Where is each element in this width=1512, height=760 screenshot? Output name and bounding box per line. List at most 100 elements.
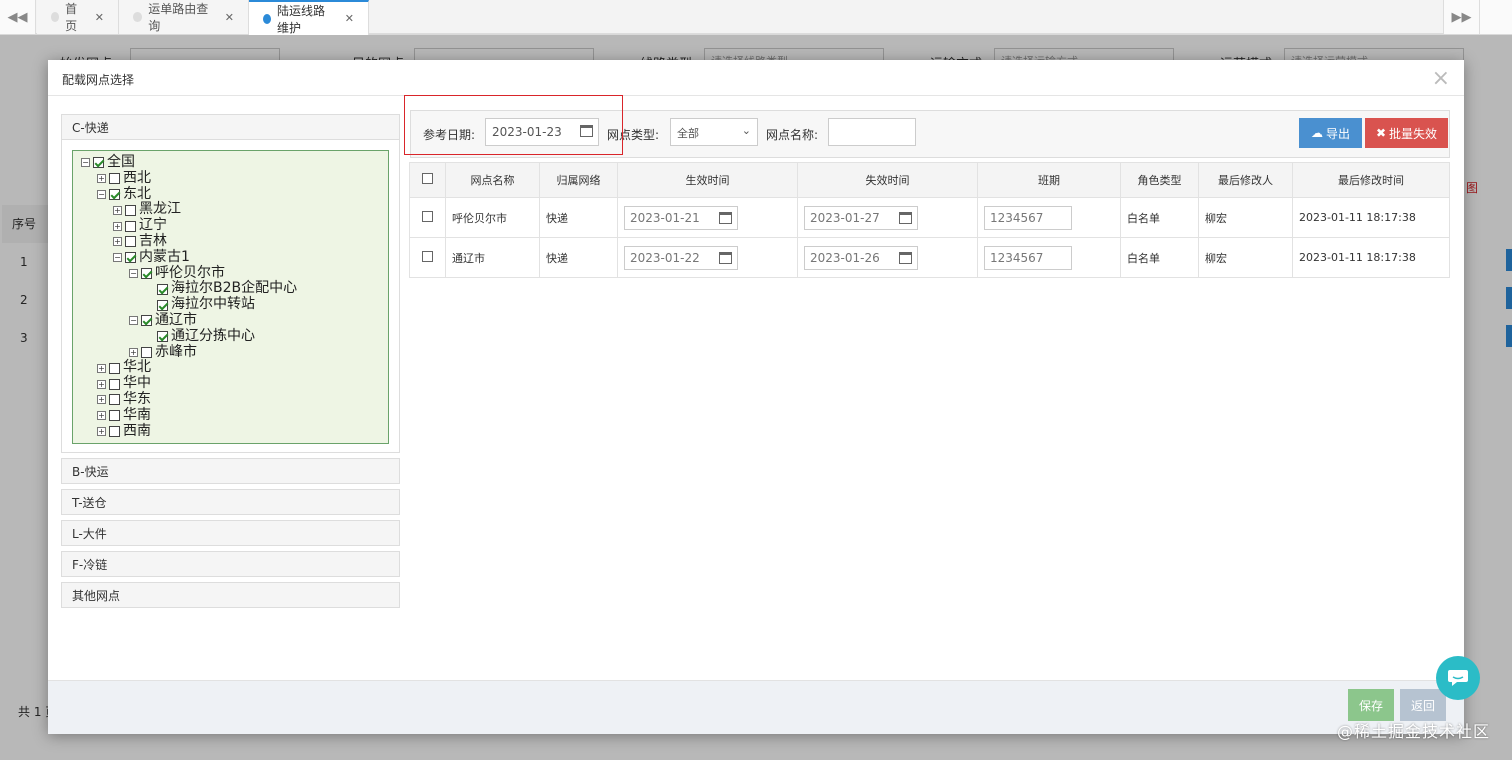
- column-header[interactable]: 生效时间: [617, 162, 798, 198]
- collapse-icon[interactable]: −: [113, 253, 122, 263]
- start-date-input[interactable]: 2023-01-22: [624, 245, 738, 270]
- tree-node-label[interactable]: 海拉尔中转站: [171, 296, 255, 313]
- accordion-header-large-item[interactable]: L-大件: [61, 520, 400, 546]
- tree-node[interactable]: + 赤峰市: [81, 344, 382, 361]
- calendar-icon[interactable]: [899, 251, 912, 264]
- tab-scroll-right-button[interactable]: ▶▶: [1443, 0, 1479, 34]
- tree-checkbox[interactable]: [141, 267, 152, 279]
- column-header[interactable]: 最后修改时间: [1292, 162, 1450, 198]
- tree-node-label[interactable]: 辽宁: [139, 217, 167, 234]
- row-checkbox[interactable]: [422, 210, 433, 222]
- tree-node-label[interactable]: 华南: [123, 407, 151, 424]
- tree-node[interactable]: + 华南: [81, 407, 382, 424]
- batch-invalidate-button[interactable]: ✖ 批量失效: [1365, 118, 1448, 148]
- schedule-input[interactable]: 1234567: [984, 245, 1072, 270]
- accordion-header-cold-chain[interactable]: F-冷链: [61, 551, 400, 577]
- tree-node-label[interactable]: 通辽分拣中心: [171, 328, 255, 345]
- column-header[interactable]: 角色类型: [1120, 162, 1199, 198]
- tree-checkbox[interactable]: [157, 283, 168, 295]
- close-icon[interactable]: ×: [1432, 66, 1450, 91]
- accordion-header-freight[interactable]: B-快运: [61, 458, 400, 484]
- tab-land-route-maintenance[interactable]: 陆运线路维护 ✕: [249, 0, 369, 35]
- tree-node[interactable]: + 西南: [81, 423, 382, 440]
- tree-node-label[interactable]: 东北: [123, 186, 151, 203]
- site-type-select[interactable]: 全部 ⌄: [670, 118, 758, 146]
- row-checkbox[interactable]: [422, 250, 433, 262]
- tree-checkbox[interactable]: [125, 236, 136, 248]
- tree-checkbox[interactable]: [109, 410, 120, 422]
- expand-icon[interactable]: +: [113, 205, 122, 215]
- tree-node[interactable]: + 华中: [81, 375, 382, 392]
- tab-home[interactable]: 首页 ✕: [37, 0, 119, 34]
- tree-node[interactable]: 通辽分拣中心: [81, 328, 382, 345]
- tree-node[interactable]: − 东北: [81, 186, 382, 203]
- tree-node[interactable]: + 华北: [81, 360, 382, 376]
- collapse-icon[interactable]: −: [81, 158, 90, 168]
- accordion-header-express[interactable]: C-快递: [61, 114, 400, 140]
- collapse-icon[interactable]: −: [129, 268, 138, 278]
- tab-scroll-left-button[interactable]: ◀◀: [0, 0, 36, 34]
- tree-node-label[interactable]: 黑龙江: [139, 202, 181, 218]
- tree-node-label[interactable]: 海拉尔B2B企配中心: [171, 281, 297, 297]
- tree-node[interactable]: − 内蒙古1: [81, 249, 382, 266]
- tree-node[interactable]: 海拉尔中转站: [81, 296, 382, 313]
- chat-button[interactable]: [1436, 656, 1480, 700]
- schedule-input[interactable]: 1234567: [984, 205, 1072, 230]
- tree-checkbox[interactable]: [109, 362, 120, 374]
- tree-node-label[interactable]: 华北: [123, 360, 151, 376]
- tree-node-label[interactable]: 赤峰市: [155, 344, 197, 361]
- collapse-icon[interactable]: −: [129, 316, 138, 326]
- accordion-header-warehouse[interactable]: T-送仓: [61, 489, 400, 515]
- expand-icon[interactable]: +: [129, 347, 138, 357]
- tree-checkbox[interactable]: [125, 204, 136, 216]
- column-header[interactable]: 网点名称: [445, 162, 540, 198]
- export-button[interactable]: ☁ 导出: [1299, 118, 1362, 148]
- expand-icon[interactable]: +: [113, 221, 122, 231]
- tree-checkbox[interactable]: [125, 252, 136, 264]
- end-date-input[interactable]: 2023-01-26: [804, 245, 918, 270]
- tree-node[interactable]: + 黑龙江: [81, 202, 382, 218]
- select-all-checkbox[interactable]: [422, 173, 433, 184]
- tree-node-label[interactable]: 西北: [123, 170, 151, 187]
- tree-checkbox[interactable]: [109, 173, 120, 185]
- back-button[interactable]: 返回: [1400, 689, 1446, 721]
- accordion-header-other[interactable]: 其他网点: [61, 582, 400, 608]
- column-header[interactable]: 班期: [977, 162, 1121, 198]
- tree-checkbox[interactable]: [109, 394, 120, 406]
- tree-checkbox[interactable]: [109, 378, 120, 390]
- tree-node[interactable]: − 呼伦贝尔市: [81, 265, 382, 282]
- save-button[interactable]: 保存: [1348, 689, 1394, 721]
- calendar-icon[interactable]: [899, 211, 912, 224]
- expand-icon[interactable]: +: [97, 363, 106, 373]
- tree-node[interactable]: + 华东: [81, 391, 382, 408]
- tree-checkbox[interactable]: [109, 425, 120, 437]
- column-header[interactable]: 失效时间: [797, 162, 978, 198]
- expand-icon[interactable]: +: [97, 426, 106, 436]
- tree-checkbox[interactable]: [157, 299, 168, 311]
- tree-checkbox[interactable]: [93, 157, 104, 169]
- expand-icon[interactable]: +: [97, 411, 106, 421]
- calendar-icon[interactable]: [719, 251, 732, 264]
- close-icon[interactable]: ✕: [225, 11, 234, 24]
- expand-icon[interactable]: +: [97, 395, 106, 405]
- close-icon[interactable]: ✕: [95, 11, 104, 24]
- tree-node-label[interactable]: 通辽市: [155, 312, 197, 329]
- expand-icon[interactable]: +: [97, 379, 106, 389]
- tree-node-label[interactable]: 吉林: [139, 233, 167, 250]
- tree-node-label[interactable]: 华东: [123, 391, 151, 408]
- tree-node[interactable]: + 辽宁: [81, 217, 382, 234]
- start-date-input[interactable]: 2023-01-21: [624, 205, 738, 230]
- column-header[interactable]: 最后修改人: [1198, 162, 1293, 198]
- tree-checkbox[interactable]: [109, 188, 120, 200]
- column-header[interactable]: 归属网络: [539, 162, 618, 198]
- tree-node[interactable]: − 全国: [81, 154, 382, 171]
- tree-node[interactable]: 海拉尔B2B企配中心: [81, 281, 382, 297]
- tree-checkbox[interactable]: [125, 220, 136, 232]
- tree-node-label[interactable]: 西南: [123, 423, 151, 440]
- tree-checkbox[interactable]: [141, 315, 152, 327]
- expand-icon[interactable]: +: [97, 174, 106, 184]
- tree-checkbox[interactable]: [157, 331, 168, 343]
- tab-waybill-route-query[interactable]: 运单路由查询 ✕: [119, 0, 249, 34]
- tree-node[interactable]: − 通辽市: [81, 312, 382, 329]
- tree-node-label[interactable]: 全国: [107, 154, 135, 171]
